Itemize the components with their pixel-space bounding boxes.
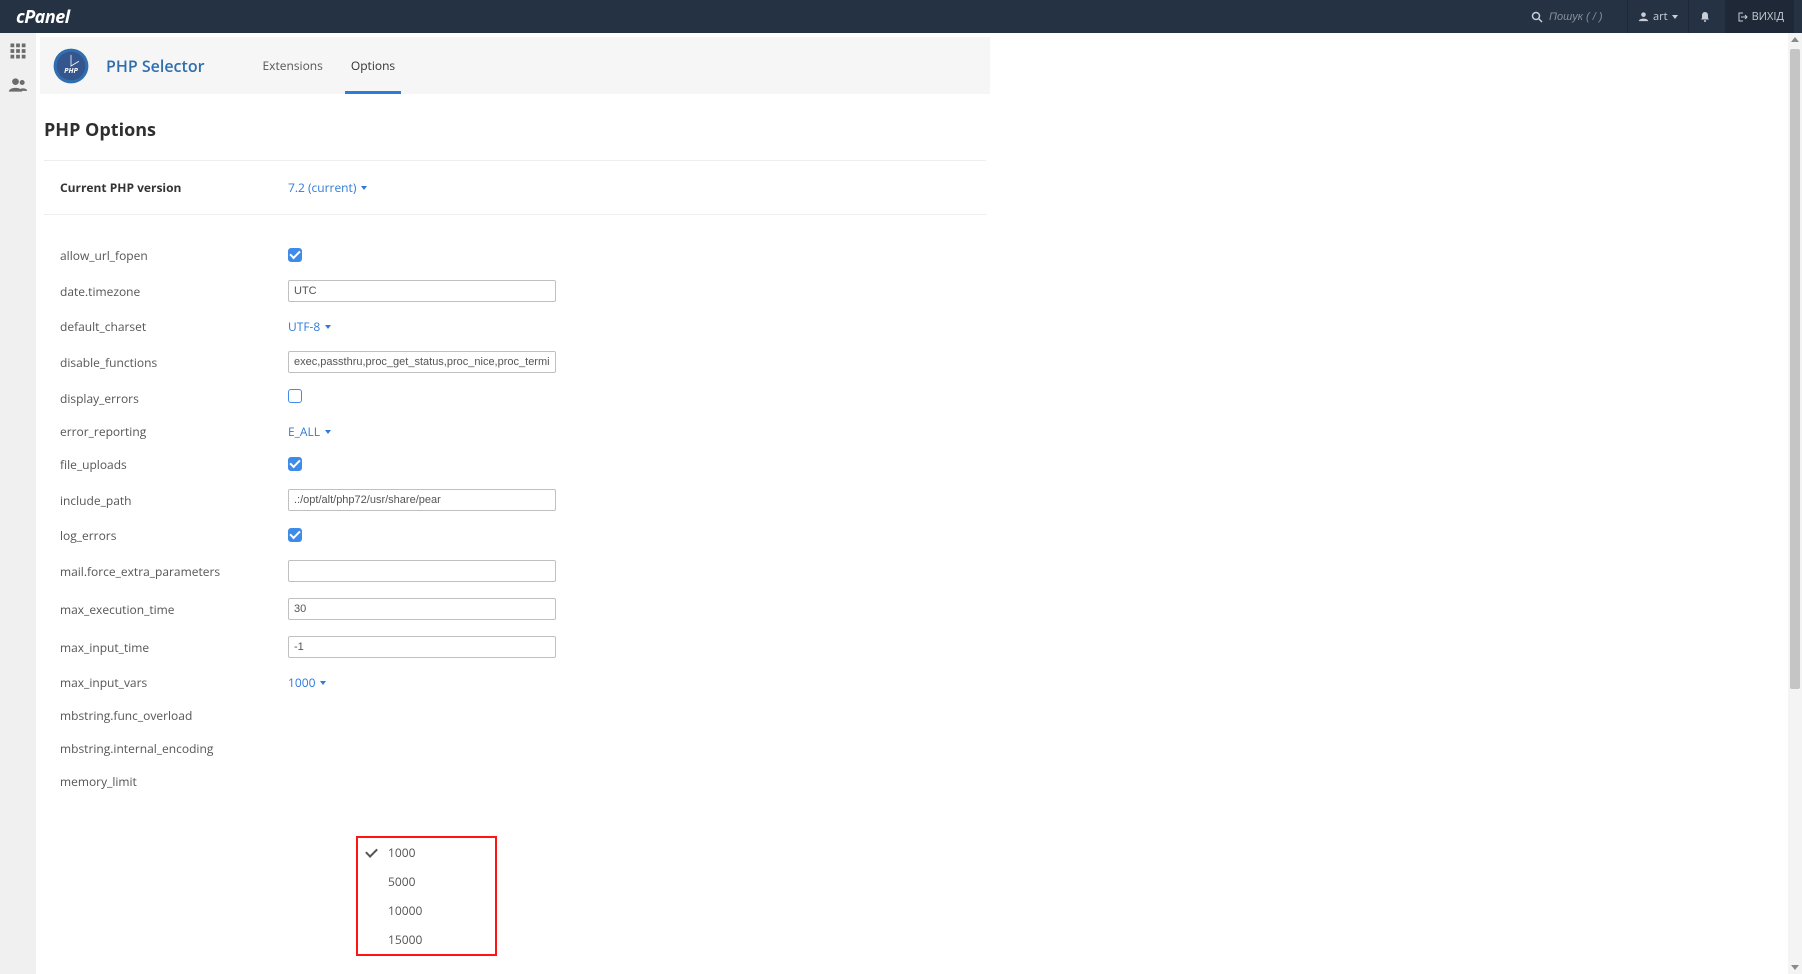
label-display-errors: display_errors bbox=[60, 390, 288, 407]
vertical-scrollbar[interactable] bbox=[1788, 33, 1802, 974]
user-label: art bbox=[1653, 9, 1668, 24]
checkbox-log-errors[interactable] bbox=[288, 528, 302, 542]
tab-options[interactable]: Options bbox=[337, 37, 409, 94]
php-logo-icon: PHP bbox=[52, 47, 90, 85]
page-title: PHP Selector bbox=[106, 55, 205, 77]
user-menu[interactable]: art bbox=[1627, 0, 1688, 33]
scrollbar-thumb[interactable] bbox=[1790, 49, 1800, 689]
php-version-dropdown[interactable]: 7.2 (current) bbox=[288, 179, 367, 196]
dropdown-option-5000[interactable]: 5000 bbox=[358, 867, 495, 896]
row-mail-force-extra-parameters: mail.force_extra_parameters bbox=[60, 552, 990, 590]
row-mbstring-func-overload: mbstring.func_overload bbox=[60, 699, 990, 732]
scroll-down-arrow[interactable] bbox=[1791, 965, 1799, 970]
logout-label: ВИХІД bbox=[1752, 9, 1784, 24]
chevron-down-icon bbox=[320, 681, 326, 685]
row-allow-url-fopen: allow_url_fopen bbox=[60, 239, 990, 272]
sidebar-users-icon[interactable] bbox=[6, 73, 30, 97]
chevron-down-icon bbox=[325, 325, 331, 329]
main-panel: PHP PHP Selector Extensions Options PHP … bbox=[40, 37, 990, 798]
row-disable-functions: disable_functions bbox=[60, 343, 990, 381]
dropdown-option-15000[interactable]: 15000 bbox=[358, 925, 495, 954]
checkbox-file-uploads[interactable] bbox=[288, 457, 302, 471]
label-default-charset: default_charset bbox=[60, 318, 288, 335]
label-php-version: Current PHP version bbox=[60, 179, 288, 196]
row-max-input-vars: max_input_vars 1000 bbox=[60, 666, 990, 699]
dropdown-default-charset[interactable]: UTF-8 bbox=[288, 318, 331, 335]
scroll-up-arrow[interactable] bbox=[1791, 37, 1799, 42]
max-input-vars-dropdown-popup: 1000 5000 10000 15000 bbox=[356, 836, 497, 956]
input-disable-functions[interactable] bbox=[288, 351, 556, 373]
label-date-timezone: date.timezone bbox=[60, 283, 288, 300]
input-include-path[interactable] bbox=[288, 489, 556, 511]
dropdown-option-1000[interactable]: 1000 bbox=[358, 838, 495, 867]
dropdown-max-input-vars[interactable]: 1000 bbox=[288, 674, 326, 691]
svg-text:PHP: PHP bbox=[64, 66, 78, 76]
search-icon bbox=[1531, 11, 1543, 23]
notifications-button[interactable] bbox=[1688, 0, 1725, 33]
label-log-errors: log_errors bbox=[60, 527, 288, 544]
label-file-uploads: file_uploads bbox=[60, 456, 288, 473]
chevron-down-icon bbox=[325, 430, 331, 434]
chevron-down-icon bbox=[1672, 15, 1678, 19]
label-disable-functions: disable_functions bbox=[60, 354, 288, 371]
dropdown-option-10000[interactable]: 10000 bbox=[358, 896, 495, 925]
row-error-reporting: error_reporting E_ALL bbox=[60, 415, 990, 448]
label-mbstring-internal-encoding: mbstring.internal_encoding bbox=[60, 740, 288, 757]
label-max-execution-time: max_execution_time bbox=[60, 601, 288, 618]
label-mbstring-func-overload: mbstring.func_overload bbox=[60, 707, 288, 724]
checkbox-allow-url-fopen[interactable] bbox=[288, 248, 302, 262]
input-max-input-time[interactable] bbox=[288, 636, 556, 658]
label-memory-limit: memory_limit bbox=[60, 773, 288, 790]
label-allow-url-fopen: allow_url_fopen bbox=[60, 247, 288, 264]
tabs: Extensions Options bbox=[249, 37, 410, 94]
user-icon bbox=[1638, 11, 1649, 22]
input-date-timezone[interactable] bbox=[288, 280, 556, 302]
row-memory-limit: memory_limit bbox=[60, 765, 990, 798]
label-max-input-time: max_input_time bbox=[60, 639, 288, 656]
row-mbstring-internal-encoding: mbstring.internal_encoding bbox=[60, 732, 990, 765]
search-input[interactable] bbox=[1549, 11, 1619, 23]
row-date-timezone: date.timezone bbox=[60, 272, 990, 310]
bell-icon bbox=[1699, 11, 1711, 23]
row-display-errors: display_errors bbox=[60, 381, 990, 415]
input-max-execution-time[interactable] bbox=[288, 598, 556, 620]
section-heading: PHP Options bbox=[44, 118, 990, 142]
panel-header: PHP PHP Selector Extensions Options bbox=[40, 37, 990, 94]
logout-icon bbox=[1736, 11, 1748, 23]
tab-extensions[interactable]: Extensions bbox=[249, 37, 337, 94]
row-max-execution-time: max_execution_time bbox=[60, 590, 990, 628]
row-default-charset: default_charset UTF-8 bbox=[60, 310, 990, 343]
row-max-input-time: max_input_time bbox=[60, 628, 990, 666]
top-bar: cPanel art ВИХІД bbox=[0, 0, 1802, 33]
label-error-reporting: error_reporting bbox=[60, 423, 288, 440]
search-group[interactable] bbox=[1523, 11, 1627, 23]
logout-button[interactable]: ВИХІД bbox=[1725, 0, 1794, 33]
row-file-uploads: file_uploads bbox=[60, 448, 990, 481]
sidebar bbox=[0, 33, 36, 974]
cpanel-logo: cPanel bbox=[16, 5, 70, 29]
chevron-down-icon bbox=[361, 186, 367, 190]
row-php-version: Current PHP version 7.2 (current) bbox=[60, 161, 990, 214]
row-log-errors: log_errors bbox=[60, 519, 990, 552]
row-include-path: include_path bbox=[60, 481, 990, 519]
input-mail-force-extra-parameters[interactable] bbox=[288, 560, 556, 582]
sidebar-apps-icon[interactable] bbox=[6, 39, 30, 63]
checkbox-display-errors[interactable] bbox=[288, 389, 302, 403]
dropdown-error-reporting[interactable]: E_ALL bbox=[288, 423, 331, 440]
label-include-path: include_path bbox=[60, 492, 288, 509]
content-area: PHP PHP Selector Extensions Options PHP … bbox=[36, 33, 1788, 974]
label-max-input-vars: max_input_vars bbox=[60, 674, 288, 691]
label-mail-force-extra-parameters: mail.force_extra_parameters bbox=[60, 563, 288, 580]
